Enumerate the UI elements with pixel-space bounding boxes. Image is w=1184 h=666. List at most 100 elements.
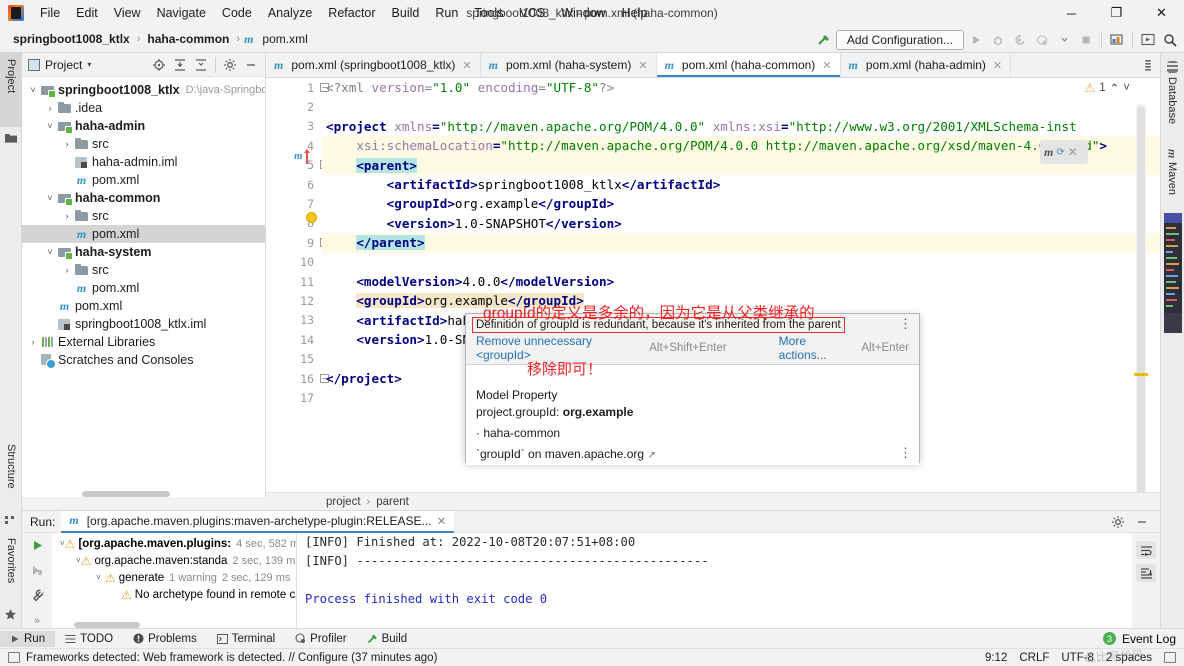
add-configuration-button[interactable]: Add Configuration... (835, 29, 964, 50)
project-tree-row[interactable]: ˅ haha-admin (22, 117, 265, 135)
close-icon[interactable]: ✕ (993, 59, 1002, 72)
inspection-widget[interactable]: ⚠ 1 ⌃ ˅ (1084, 81, 1130, 95)
breadcrumb-file[interactable]: pom.xml (259, 31, 310, 47)
write-access-icon[interactable] (1164, 652, 1176, 663)
intention-bulb-icon[interactable] (306, 212, 317, 223)
project-tree-row[interactable]: › src (22, 207, 265, 225)
code-line[interactable]: <version>1.0-SNAPSHOT</version> (322, 214, 1160, 233)
bottom-tab-todo[interactable]: TODO (55, 631, 123, 647)
chevron-right-icon[interactable]: › (43, 103, 57, 113)
select-in-icon[interactable] (1138, 30, 1158, 50)
close-icon[interactable]: ✕ (822, 59, 831, 72)
menu-edit[interactable]: Edit (68, 3, 106, 23)
code-line[interactable]: <project xmlns="http://maven.apache.org/… (322, 117, 1160, 136)
menu-refactor[interactable]: Refactor (320, 3, 383, 23)
build-hammer-icon[interactable] (814, 30, 834, 50)
chevron-down-icon[interactable]: ˅ (92, 573, 105, 582)
project-tree-row[interactable]: ˅ springboot1008_ktlx D:\java-Springbo (22, 81, 265, 99)
settings-gear-icon[interactable] (1108, 512, 1128, 532)
chevron-down-icon[interactable]: ˅ (43, 193, 57, 203)
menu-analyze[interactable]: Analyze (260, 3, 320, 23)
code-line[interactable] (322, 253, 1160, 272)
menu-build[interactable]: Build (384, 3, 428, 23)
rerun-icon[interactable] (28, 537, 46, 553)
sidebar-item-database[interactable]: Database (1160, 57, 1184, 128)
soft-wrap-icon[interactable] (1136, 541, 1156, 559)
settings-gear-icon[interactable] (220, 55, 240, 75)
scroll-to-end-icon[interactable] (1136, 564, 1156, 582)
reload-icon[interactable]: ⟳ (1056, 147, 1064, 158)
code-line[interactable]: xsi:schemaLocation="http://maven.apache.… (322, 136, 1160, 156)
project-tree-row[interactable]: >mpom.xml (22, 297, 265, 315)
menu-view[interactable]: View (106, 3, 149, 23)
project-tree[interactable]: ˅ springboot1008_ktlx D:\java-Springbo › .id… (22, 77, 265, 495)
editor-breadcrumb-project[interactable]: project (326, 496, 361, 508)
menu-run[interactable]: Run (427, 3, 466, 23)
rerun-failed-tests-icon[interactable]: 9 (28, 562, 46, 578)
code-line[interactable]: <groupId>org.example</groupId> (322, 291, 1160, 310)
code-line[interactable] (322, 97, 1160, 116)
tooltip-menu-icon[interactable]: ⋮ (899, 317, 912, 330)
next-problem-icon[interactable]: ˅ (1123, 82, 1130, 94)
editor-gutter[interactable]: 1 2 3 4 5 6 7 8 9 10 11 12 13 14 15 16 17 (266, 78, 320, 497)
project-tree-row[interactable]: › External Libraries (22, 333, 265, 351)
chevron-down-icon[interactable]: ˅ (43, 121, 57, 131)
sidebar-item-structure[interactable]: Structure (0, 438, 22, 508)
stop-icon[interactable] (1076, 30, 1096, 50)
file-encoding[interactable]: UTF-8 (1061, 652, 1094, 664)
editor-breadcrumb-parent[interactable]: parent (376, 496, 409, 508)
status-message[interactable]: Frameworks detected: Web framework is de… (26, 652, 437, 664)
project-tree-row[interactable]: >mpom.xml (22, 225, 265, 243)
tooltip-body-menu-icon[interactable]: ⋮ (899, 446, 912, 459)
profile-icon[interactable] (1032, 30, 1052, 50)
more-actions-link[interactable]: More actions... (779, 334, 854, 362)
code-line[interactable]: <artifactId>springboot1008_ktlx</artifac… (322, 175, 1160, 194)
hide-panel-icon[interactable] (1132, 512, 1152, 532)
editor-warning-marker[interactable] (1134, 373, 1148, 376)
hide-panel-icon[interactable] (241, 55, 261, 75)
code-line[interactable]: <modelVersion>4.0.0</modelVersion> (322, 272, 1160, 291)
locate-icon[interactable] (149, 55, 169, 75)
project-tree-row[interactable]: >Scratches and Consoles (22, 351, 265, 369)
minimize-button[interactable]: ─ (1049, 0, 1094, 26)
breadcrumb-project[interactable]: springboot1008_ktlx (10, 31, 133, 47)
menu-navigate[interactable]: Navigate (149, 3, 214, 23)
settings-wrench-icon[interactable] (28, 588, 46, 604)
previous-problem-icon[interactable]: ⌃ (1110, 81, 1120, 95)
project-tree-row[interactable]: › .idea (22, 99, 265, 117)
code-line[interactable]: <?xml version="1.0" encoding="UTF-8"?> (322, 78, 1160, 97)
menu-vcs[interactable]: VCS (511, 3, 553, 23)
project-tree-scrollbar[interactable] (82, 491, 170, 497)
chevron-down-icon[interactable]: ▾ (87, 60, 91, 69)
run-coverage-icon[interactable] (1010, 30, 1030, 50)
close-icon[interactable]: ✕ (1068, 145, 1078, 159)
project-tree-row[interactable]: >haha-admin.iml (22, 153, 265, 171)
chevron-right-icon[interactable]: › (60, 139, 74, 149)
project-tree-row[interactable]: >mpom.xml (22, 171, 265, 189)
close-icon[interactable]: ✕ (638, 59, 647, 72)
chevron-down-icon[interactable]: ˅ (43, 247, 57, 257)
chevron-down-icon[interactable] (1054, 30, 1074, 50)
project-structure-icon[interactable] (1107, 30, 1127, 50)
editor-tabs-overflow[interactable] (1136, 53, 1160, 77)
maven-docs-link[interactable]: `groupId` on maven.apache.org (476, 447, 644, 461)
run-configuration-tab[interactable]: m [org.apache.maven.plugins:maven-archet… (61, 510, 455, 533)
line-separator[interactable]: CRLF (1019, 652, 1049, 664)
project-tree-row[interactable]: >mpom.xml (22, 279, 265, 297)
editor-tab[interactable]: m pom.xml (springboot1008_ktlx) ✕ (266, 53, 481, 77)
menu-code[interactable]: Code (214, 3, 260, 23)
run-icon[interactable] (966, 30, 986, 50)
code-line[interactable]: </parent> (322, 233, 1160, 253)
inspection-tooltip-popup[interactable]: Definition of groupId is redundant, beca… (465, 313, 920, 465)
menu-tools[interactable]: Tools (466, 3, 511, 23)
project-tree-row[interactable]: >springboot1008_ktlx.iml (22, 315, 265, 333)
maven-gutter-icon[interactable]: m (294, 150, 303, 162)
expand-all-icon[interactable] (170, 55, 190, 75)
project-tree-row[interactable]: ˅ haha-system (22, 243, 265, 261)
editor-tab[interactable]: m pom.xml (haha-admin) ✕ (840, 53, 1012, 77)
editor-tab[interactable]: m pom.xml (haha-system) ✕ (480, 53, 657, 77)
sidebar-item-maven[interactable]: m Maven (1160, 145, 1184, 199)
bottom-tab-terminal[interactable]: Terminal (207, 631, 285, 647)
project-tree-row[interactable]: › src (22, 261, 265, 279)
sidebar-item-project[interactable]: Project (0, 53, 22, 127)
